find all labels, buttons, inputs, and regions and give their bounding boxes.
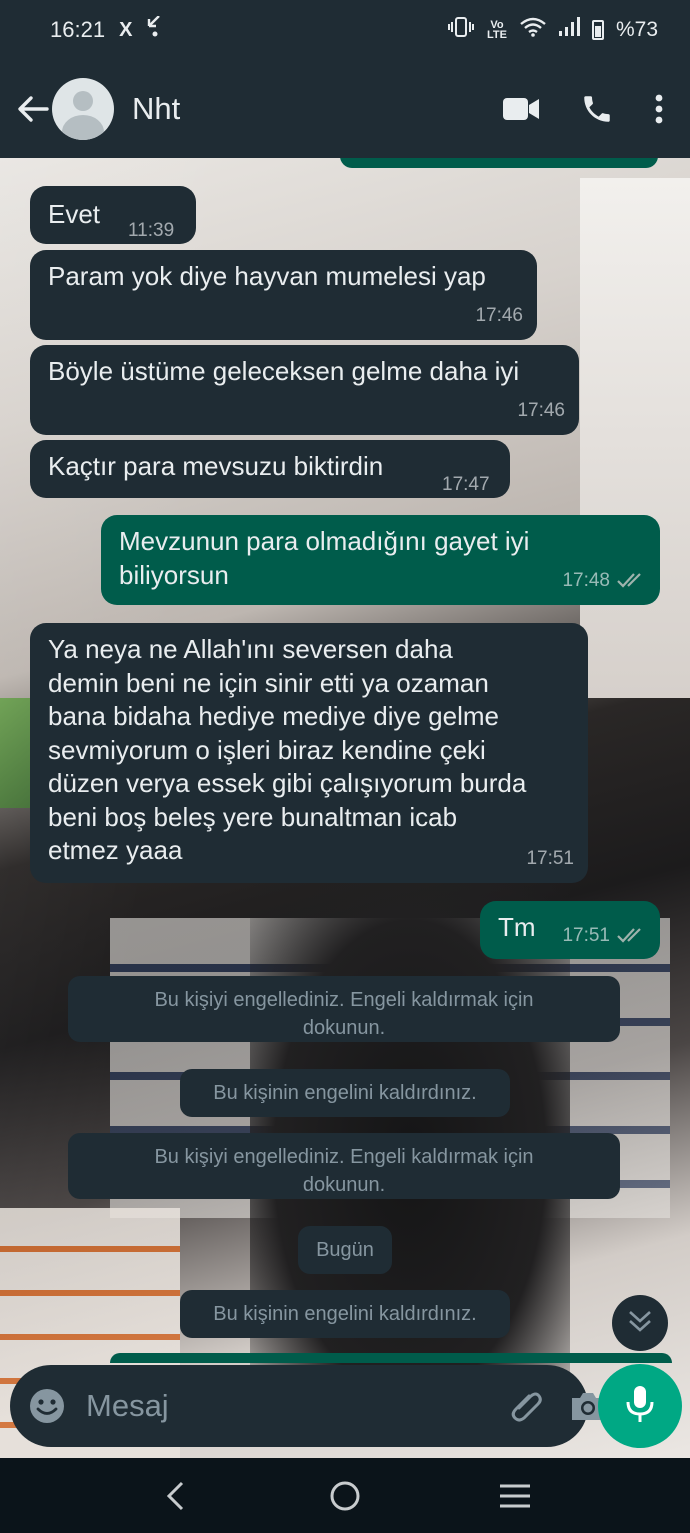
battery-icon — [591, 20, 604, 40]
message-time: 17:51 — [526, 847, 574, 869]
battery-percent: %73 — [615, 18, 658, 41]
video-call-icon[interactable] — [502, 96, 540, 122]
outgoing-bubble-partial — [110, 1353, 672, 1363]
system-text-line: dokunun. — [302, 1017, 386, 1039]
chat-header: Nht — [0, 60, 690, 158]
message-text: Mevzunun para olmadığını gayet iyi — [119, 526, 530, 556]
system-nav-bar — [0, 1458, 690, 1533]
system-text-line: Bu kişiyi engellediniz. Engeli kaldırmak… — [154, 1146, 534, 1168]
outgoing-bubble-partial — [340, 158, 658, 168]
nav-home-icon[interactable] — [315, 1471, 375, 1521]
double-check-icon — [616, 919, 646, 953]
incoming-message[interactable]: Param yok diye hayvan mumelesi yap 17:46 — [30, 250, 537, 340]
system-message-blocked[interactable]: Bu kişiyi engellediniz. Engeli kaldırmak… — [68, 976, 620, 1042]
wifi-icon — [520, 17, 546, 43]
avatar[interactable] — [52, 78, 114, 140]
system-text: Bu kişinin engelini kaldırdınız. — [213, 1303, 477, 1325]
message-time: 17:46 — [517, 399, 565, 421]
system-text: Bu kişinin engelini kaldırdınız. — [213, 1082, 477, 1104]
message-text: Böyle üstüme geleceksen gelme daha iyi — [48, 356, 520, 386]
message-time: 17:48 — [562, 569, 610, 591]
contact-name[interactable]: Nht — [132, 91, 180, 127]
vibrate-icon — [447, 16, 474, 44]
message-input[interactable] — [86, 1388, 485, 1424]
message-text-line: düzen verya essek gibi çalışıyorum burda — [48, 768, 527, 798]
more-vert-icon[interactable] — [654, 93, 664, 125]
nav-recents-icon[interactable] — [485, 1471, 545, 1521]
double-chevron-down-icon — [627, 1309, 653, 1338]
system-text-line: dokunun. — [302, 1174, 386, 1196]
double-check-icon — [616, 564, 646, 598]
message-text-line: beni boş beleş yere bunaltman icab — [48, 801, 458, 832]
system-text-line: Bu kişiyi engellediniz. Engeli kaldırmak… — [154, 989, 534, 1011]
message-text: Kaçtır para mevsuzu biktirdin — [48, 451, 384, 481]
incoming-message[interactable]: Ya neya ne Allah'ını seversen daha demin… — [30, 623, 588, 883]
incoming-message[interactable]: Böyle üstüme geleceksen gelme daha iyi 1… — [30, 345, 579, 435]
missed-call-icon — [146, 15, 164, 44]
system-message-blocked[interactable]: Bu kişiyi engellediniz. Engeli kaldırmak… — [68, 1133, 620, 1199]
outgoing-message[interactable]: Mevzunun para olmadığını gayet iyi biliy… — [101, 515, 660, 605]
mic-icon — [625, 1384, 655, 1429]
message-text: Evet — [48, 199, 101, 229]
message-time: 11:39 — [128, 220, 175, 241]
message-text-line: etmez yaaa — [48, 835, 183, 865]
system-message-unblocked: Bu kişinin engelini kaldırdınız. — [180, 1290, 510, 1338]
incoming-message[interactable]: Kaçtır para mevsuzu biktirdin 17:47 — [30, 440, 510, 498]
message-text: Param yok diye hayvan mumelesi yap — [48, 261, 486, 291]
signal-icon — [558, 17, 580, 43]
date-chip-text: Bugün — [316, 1239, 374, 1261]
mic-button[interactable] — [598, 1364, 682, 1448]
scroll-to-bottom-button[interactable] — [612, 1295, 668, 1351]
message-text-line: demin beni ne için sinir etti ya ozaman — [48, 667, 489, 698]
status-bar: 16:21 X Vo LTE %73 — [0, 0, 690, 60]
message-text: Tm — [498, 912, 536, 942]
emoji-icon[interactable] — [28, 1386, 66, 1426]
attach-icon[interactable] — [507, 1384, 547, 1428]
incoming-message[interactable]: Evet 11:39 — [30, 186, 196, 244]
message-text-line: Ya neya ne Allah'ını seversen daha — [48, 634, 453, 664]
phone-icon[interactable] — [580, 92, 614, 126]
volte-label: Vo LTE — [486, 19, 507, 41]
nav-back-icon[interactable] — [145, 1471, 205, 1521]
status-time: 16:21 — [50, 17, 106, 42]
chat-background: Evet 11:39 Param yok diye hayvan mumeles… — [0, 158, 690, 1458]
date-chip: Bugün — [298, 1226, 392, 1274]
message-text-line: sevmiyorum o işleri biraz kendine çeki — [48, 734, 486, 765]
message-time: 17:46 — [475, 304, 523, 326]
message-text-line: bana bidaha hediye mediye diye gelme — [48, 701, 499, 731]
message-composer — [10, 1365, 604, 1447]
message-time: 17:47 — [442, 474, 490, 495]
system-message-unblocked: Bu kişinin engelini kaldırdınız. — [180, 1069, 510, 1117]
outgoing-message[interactable]: Tm 17:51 — [480, 901, 660, 959]
back-arrow-icon[interactable] — [16, 92, 50, 126]
message-time: 17:51 — [562, 924, 610, 946]
x-app-icon: X — [119, 19, 133, 41]
